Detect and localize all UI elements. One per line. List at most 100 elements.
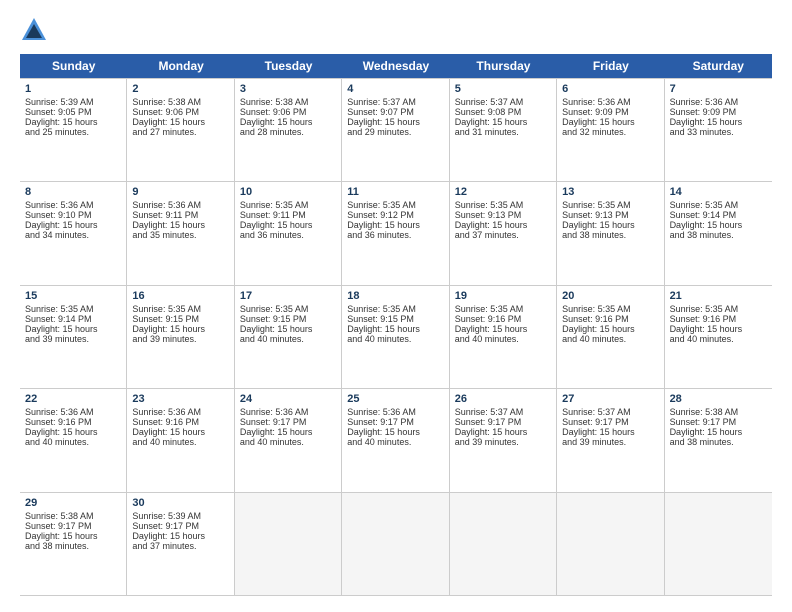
weekday-header: Sunday	[20, 54, 127, 78]
day-info-line: Sunset: 9:05 PM	[25, 107, 121, 117]
day-info-line: Daylight: 15 hours	[455, 324, 551, 334]
day-info-line: Sunrise: 5:35 AM	[670, 200, 767, 210]
day-info-line: Daylight: 15 hours	[132, 531, 228, 541]
day-info-line: and 28 minutes.	[240, 127, 336, 137]
day-info-line: Sunset: 9:07 PM	[347, 107, 443, 117]
day-number: 7	[670, 83, 767, 95]
day-number: 5	[455, 83, 551, 95]
calendar-cell: 6Sunrise: 5:36 AMSunset: 9:09 PMDaylight…	[557, 79, 664, 181]
day-number: 25	[347, 393, 443, 405]
day-info-line: Daylight: 15 hours	[25, 427, 121, 437]
day-info-line: Daylight: 15 hours	[132, 220, 228, 230]
calendar-cell: 30 Sunrise: 5:39 AMSunset: 9:17 PMDayligh…	[127, 493, 234, 595]
day-info-line: Daylight: 15 hours	[562, 220, 658, 230]
day-info-line: Sunset: 9:13 PM	[455, 210, 551, 220]
day-info-line: Daylight: 15 hours	[25, 531, 121, 541]
day-info-line: and 34 minutes.	[25, 230, 121, 240]
day-number: 24	[240, 393, 336, 405]
calendar-header: SundayMondayTuesdayWednesdayThursdayFrid…	[20, 54, 772, 78]
day-info-line: and 40 minutes.	[347, 334, 443, 344]
weekday-header: Tuesday	[235, 54, 342, 78]
day-info-line: and 29 minutes.	[347, 127, 443, 137]
calendar-cell: 9Sunrise: 5:36 AMSunset: 9:11 PMDaylight…	[127, 182, 234, 284]
day-number: 28	[670, 393, 767, 405]
day-info-line: Daylight: 15 hours	[240, 220, 336, 230]
day-info-line: and 35 minutes.	[132, 230, 228, 240]
calendar-cell: 11Sunrise: 5:35 AMSunset: 9:12 PMDayligh…	[342, 182, 449, 284]
calendar-cell: 13Sunrise: 5:35 AMSunset: 9:13 PMDayligh…	[557, 182, 664, 284]
calendar-cell: 14Sunrise: 5:35 AMSunset: 9:14 PMDayligh…	[665, 182, 772, 284]
day-info-line: and 37 minutes.	[455, 230, 551, 240]
day-info-line: Sunset: 9:12 PM	[347, 210, 443, 220]
header	[20, 16, 772, 44]
day-info-line: Daylight: 15 hours	[240, 117, 336, 127]
day-info-line: Sunset: 9:17 PM	[562, 417, 658, 427]
day-number: 17	[240, 290, 336, 302]
day-info-line: and 33 minutes.	[670, 127, 767, 137]
day-number: 14	[670, 186, 767, 198]
weekday-header: Wednesday	[342, 54, 449, 78]
day-info-line: and 31 minutes.	[455, 127, 551, 137]
day-number: 30	[132, 497, 228, 509]
day-info-line: Daylight: 15 hours	[240, 427, 336, 437]
calendar-row: 15Sunrise: 5:35 AMSunset: 9:14 PMDayligh…	[20, 286, 772, 389]
day-info-line: Sunrise: 5:37 AM	[562, 407, 658, 417]
day-number: 20	[562, 290, 658, 302]
day-info-line: Sunrise: 5:39 AM	[132, 511, 228, 521]
day-info-line: Sunset: 9:15 PM	[132, 314, 228, 324]
calendar-cell: 23Sunrise: 5:36 AMSunset: 9:16 PMDayligh…	[127, 389, 234, 491]
day-info-line: Daylight: 15 hours	[562, 324, 658, 334]
day-info-line: Daylight: 15 hours	[132, 324, 228, 334]
day-info-line: Daylight: 15 hours	[562, 117, 658, 127]
calendar-cell	[557, 493, 664, 595]
calendar-cell: 26Sunrise: 5:37 AMSunset: 9:17 PMDayligh…	[450, 389, 557, 491]
day-info-line: Sunrise: 5:36 AM	[25, 407, 121, 417]
calendar-cell	[235, 493, 342, 595]
calendar-cell: 19Sunrise: 5:35 AMSunset: 9:16 PMDayligh…	[450, 286, 557, 388]
day-info-line: Daylight: 15 hours	[132, 117, 228, 127]
day-number: 26	[455, 393, 551, 405]
day-info-line: Sunset: 9:17 PM	[25, 521, 121, 531]
day-info-line: and 38 minutes.	[562, 230, 658, 240]
day-info-line: Sunrise: 5:35 AM	[562, 304, 658, 314]
calendar-cell: 29Sunrise: 5:38 AMSunset: 9:17 PMDayligh…	[20, 493, 127, 595]
calendar-cell: 16Sunrise: 5:35 AMSunset: 9:15 PMDayligh…	[127, 286, 234, 388]
day-info-line: Daylight: 15 hours	[347, 220, 443, 230]
day-info-line: Sunset: 9:06 PM	[132, 107, 228, 117]
calendar-cell: 7Sunrise: 5:36 AMSunset: 9:09 PMDaylight…	[665, 79, 772, 181]
calendar-row: 8Sunrise: 5:36 AMSunset: 9:10 PMDaylight…	[20, 182, 772, 285]
day-number: 3	[240, 83, 336, 95]
day-info-line: and 40 minutes.	[132, 437, 228, 447]
day-info-line: and 40 minutes.	[347, 437, 443, 447]
day-info-line: and 37 minutes.	[132, 541, 228, 551]
calendar-row: 22Sunrise: 5:36 AMSunset: 9:16 PMDayligh…	[20, 389, 772, 492]
calendar-cell: 4Sunrise: 5:37 AMSunset: 9:07 PMDaylight…	[342, 79, 449, 181]
day-number: 29	[25, 497, 121, 509]
day-number: 1	[25, 83, 121, 95]
day-info-line: Sunset: 9:17 PM	[670, 417, 767, 427]
day-info-line: Daylight: 15 hours	[132, 427, 228, 437]
calendar-cell	[342, 493, 449, 595]
calendar: SundayMondayTuesdayWednesdayThursdayFrid…	[20, 54, 772, 596]
weekday-header: Friday	[557, 54, 664, 78]
logo	[20, 16, 52, 44]
day-info-line: Sunrise: 5:35 AM	[240, 200, 336, 210]
day-info-line: Sunset: 9:17 PM	[132, 521, 228, 531]
day-info-line: Sunrise: 5:35 AM	[562, 200, 658, 210]
day-number: 19	[455, 290, 551, 302]
day-number: 21	[670, 290, 767, 302]
day-info-line: and 25 minutes.	[25, 127, 121, 137]
day-info-line: Daylight: 15 hours	[240, 324, 336, 334]
day-info-line: Sunset: 9:08 PM	[455, 107, 551, 117]
day-number: 23	[132, 393, 228, 405]
weekday-header: Thursday	[450, 54, 557, 78]
calendar-cell: 24Sunrise: 5:36 AMSunset: 9:17 PMDayligh…	[235, 389, 342, 491]
day-info-line: and 38 minutes.	[25, 541, 121, 551]
day-info-line: Sunrise: 5:36 AM	[132, 200, 228, 210]
day-number: 16	[132, 290, 228, 302]
day-number: 27	[562, 393, 658, 405]
day-info-line: and 39 minutes.	[455, 437, 551, 447]
day-info-line: and 40 minutes.	[240, 334, 336, 344]
day-info-line: and 40 minutes.	[670, 334, 767, 344]
day-info-line: Sunrise: 5:35 AM	[670, 304, 767, 314]
